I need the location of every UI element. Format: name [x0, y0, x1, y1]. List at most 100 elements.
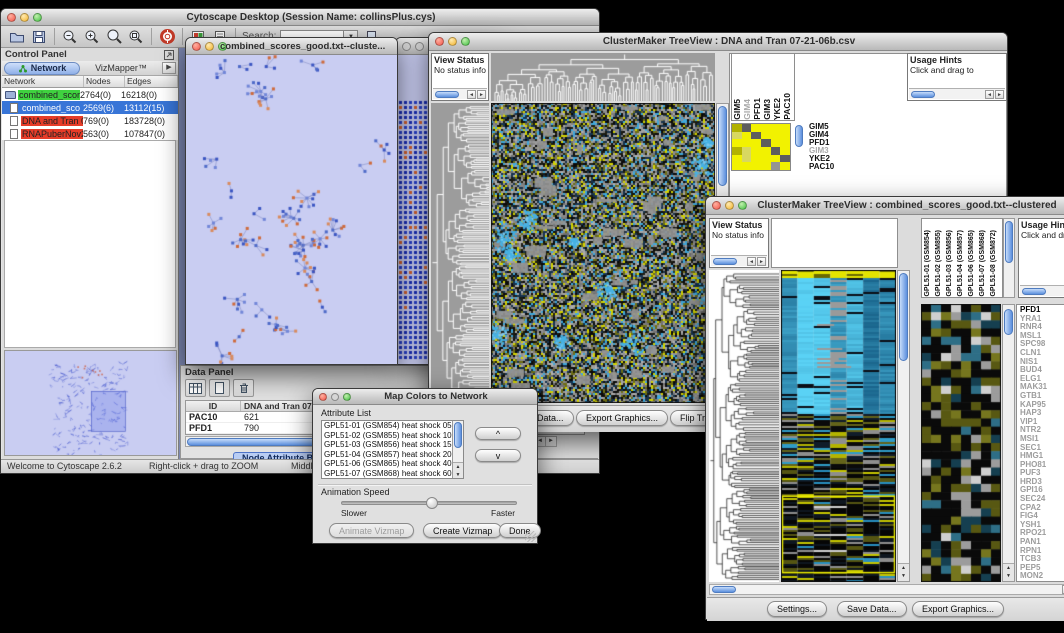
window-titlebar[interactable]: combined_scores_good.txt--cluste... — [186, 38, 397, 55]
scrollbar-thumb[interactable] — [911, 91, 935, 98]
close-button[interactable] — [192, 42, 201, 51]
matrix-cell[interactable] — [780, 147, 790, 155]
network-view-canvas[interactable] — [186, 55, 397, 364]
attribute-item[interactable]: GPL51-01 (GSM854) heat shock 05 min — [322, 421, 452, 431]
matrix-cell[interactable] — [751, 132, 761, 140]
matrix-cell[interactable] — [771, 162, 781, 170]
minimize-button[interactable] — [448, 37, 457, 46]
attribute-item[interactable]: GPL51-07 (GSM868) heat shock 60 min — [322, 469, 452, 479]
slider-thumb[interactable] — [426, 497, 438, 509]
close-button[interactable] — [7, 13, 16, 22]
save-session-button[interactable] — [28, 27, 50, 47]
matrix-cell[interactable] — [771, 155, 781, 163]
column-header-edges[interactable]: Edges — [125, 76, 178, 87]
matrix-cell[interactable] — [742, 132, 752, 140]
delete-attribute-button[interactable] — [233, 379, 254, 397]
scroll-arrows[interactable]: ▲▼ — [1003, 563, 1014, 581]
dialog-titlebar[interactable]: Map Colors to Network — [313, 389, 537, 405]
matrix-cell[interactable] — [742, 139, 752, 147]
tab-vizmapper[interactable]: VizMapper™ — [82, 63, 160, 73]
mini-scrollbar[interactable]: ◄► — [909, 88, 1005, 99]
matrix-cell[interactable] — [780, 132, 790, 140]
export-graphics-button[interactable]: Export Graphics... — [912, 601, 1004, 617]
matrix-cell[interactable] — [771, 139, 781, 147]
matrix-cell[interactable] — [732, 124, 742, 132]
column-header-id[interactable]: ID — [186, 401, 241, 411]
matrix-cell[interactable] — [780, 139, 790, 147]
scrollbar-thumb[interactable] — [718, 106, 727, 186]
matrix-cell[interactable] — [742, 147, 752, 155]
scrollbar-thumb[interactable] — [795, 125, 803, 147]
scrollbar-thumb[interactable] — [713, 258, 737, 265]
settings-button[interactable]: Settings... — [767, 601, 827, 617]
attribute-item[interactable]: GPL51-02 (GSM855) heat shock 10 min — [322, 431, 452, 441]
attribute-item[interactable]: GPL51-04 (GSM857) heat shock 20 min — [322, 450, 452, 460]
labels-vscrollbar[interactable] — [1003, 218, 1015, 298]
resize-grip[interactable] — [525, 531, 536, 542]
row-dendrogram-canvas[interactable] — [709, 270, 779, 582]
matrix-cell[interactable] — [771, 124, 781, 132]
row-dendrogram-canvas[interactable] — [431, 103, 489, 403]
matrix-cell[interactable] — [742, 162, 752, 170]
scroll-right-icon[interactable]: ► — [995, 90, 1004, 99]
column-header-network[interactable]: Network — [2, 76, 84, 87]
new-attribute-button[interactable] — [209, 379, 230, 397]
open-session-button[interactable] — [6, 27, 28, 47]
scrollbar-thumb[interactable] — [454, 422, 462, 448]
scrollbar-thumb[interactable] — [1005, 221, 1013, 263]
attribute-item[interactable]: GPL51-03 (GSM856) heat shock 15 min — [322, 440, 452, 450]
close-button[interactable] — [712, 201, 721, 210]
bottom-hscrollbar[interactable]: ◄► — [709, 584, 1064, 595]
move-up-button[interactable]: ^ — [475, 427, 521, 440]
minimize-button[interactable] — [415, 42, 424, 51]
scroll-right-icon[interactable]: ► — [757, 257, 766, 266]
help-button[interactable] — [156, 27, 178, 47]
window-titlebar[interactable]: ClusterMaker TreeView : DNA and Tran 07-… — [429, 33, 1007, 51]
scrollbar-thumb[interactable] — [435, 91, 459, 98]
tab-network[interactable]: Network — [4, 62, 80, 75]
network-row[interactable]: DNA and Tran 07769(0)183728(0) — [2, 114, 178, 127]
matrix-cell[interactable] — [780, 162, 790, 170]
matrix-cell[interactable] — [751, 147, 761, 155]
float-panel-icon[interactable] — [163, 49, 175, 61]
network-row[interactable]: combined_scores2764(0)16218(0) — [2, 88, 178, 101]
minimize-button[interactable] — [331, 393, 339, 401]
matrix-cell[interactable] — [771, 132, 781, 140]
tabs-overflow-button[interactable]: ▶ — [162, 62, 176, 74]
zoom-in-button[interactable] — [81, 27, 103, 47]
matrix-cell[interactable] — [761, 139, 771, 147]
global-heatmap-canvas[interactable] — [781, 270, 896, 582]
matrix-cell[interactable] — [771, 147, 781, 155]
matrix-cell[interactable] — [732, 162, 742, 170]
zoom-fit-button[interactable] — [125, 27, 147, 47]
animation-speed-slider[interactable] — [341, 501, 517, 505]
window-titlebar[interactable]: ClusterMaker TreeView : combined_scores_… — [706, 197, 1064, 215]
network-row[interactable]: combined_sco2569(6)13112(15) — [2, 101, 178, 114]
gene-label[interactable]: MON2 — [1020, 572, 1064, 581]
scroll-left-icon[interactable]: ◄ — [985, 90, 994, 99]
scroll-arrows[interactable]: ▲▼ — [453, 462, 463, 478]
mini-scrollbar[interactable]: ◄► — [711, 255, 767, 266]
matrix-cell[interactable] — [751, 162, 761, 170]
main-titlebar[interactable]: Cytoscape Desktop (Session Name: collins… — [1, 9, 599, 26]
minimize-button[interactable] — [725, 201, 734, 210]
matrix-cell[interactable] — [761, 162, 771, 170]
close-button[interactable] — [319, 393, 327, 401]
matrix-cell[interactable] — [751, 139, 761, 147]
zoom-heatmap-canvas[interactable] — [921, 304, 1001, 582]
column-dendrogram-canvas[interactable] — [491, 53, 715, 101]
column-header-nodes[interactable]: Nodes — [84, 76, 125, 87]
matrix-cell[interactable] — [732, 139, 742, 147]
close-button[interactable] — [402, 42, 411, 51]
list-vscrollbar[interactable]: ▲▼ — [452, 421, 463, 478]
matrix-cell[interactable] — [761, 124, 771, 132]
scroll-left-icon[interactable]: ◄ — [467, 90, 476, 99]
matrix-cell[interactable] — [751, 124, 761, 132]
matrix-cell[interactable] — [761, 155, 771, 163]
global-heatmap-canvas[interactable] — [491, 103, 715, 403]
export-graphics-button[interactable]: Export Graphics... — [576, 410, 668, 426]
scroll-arrows[interactable]: ▲▼ — [898, 563, 909, 581]
mini-scrollbar[interactable]: ◄► — [433, 88, 487, 99]
matrix-cell[interactable] — [742, 155, 752, 163]
minimize-button[interactable] — [205, 42, 214, 51]
